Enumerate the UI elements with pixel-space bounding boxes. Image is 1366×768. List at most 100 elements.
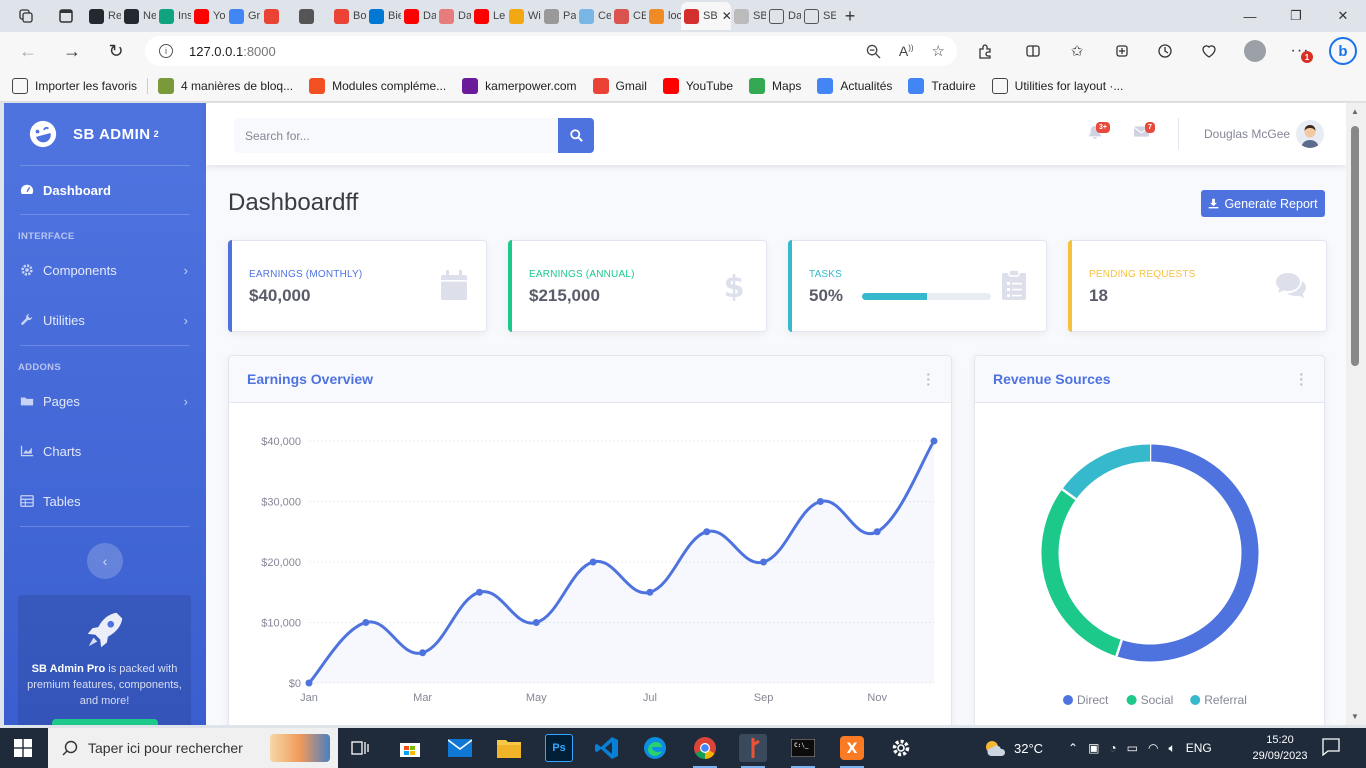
chrome-icon[interactable] xyxy=(691,734,719,768)
browser-tab[interactable]: CE xyxy=(611,2,646,30)
card-menu-icon[interactable]: · · · xyxy=(926,367,931,391)
browser-tab[interactable]: Da xyxy=(766,2,801,30)
sidebar-item-tables[interactable]: Tables xyxy=(4,476,206,526)
data-point[interactable] xyxy=(362,619,370,626)
browser-tab[interactable]: Bo xyxy=(331,2,366,30)
wifi-icon[interactable]: ◠ xyxy=(1148,741,1158,755)
vscode-icon[interactable] xyxy=(593,734,621,762)
bing-copilot-icon[interactable]: b xyxy=(1326,32,1360,70)
profile-avatar[interactable] xyxy=(1238,32,1272,70)
minimize-button[interactable]: — xyxy=(1227,0,1273,32)
data-point[interactable] xyxy=(419,649,427,657)
favorite-star-icon[interactable]: ☆ xyxy=(932,42,945,60)
favorite-wikihow[interactable]: 4 manières de bloq... xyxy=(158,77,293,94)
language-indicator[interactable]: ENG xyxy=(1186,741,1212,755)
git-client-icon[interactable] xyxy=(739,734,767,768)
file-explorer-icon[interactable] xyxy=(495,734,523,762)
browser-tab[interactable] xyxy=(261,2,296,30)
restore-button[interactable]: ❐ xyxy=(1273,0,1319,32)
alerts-button[interactable]: 3+ xyxy=(1088,122,1110,143)
favorite-maps[interactable]: Maps xyxy=(749,77,801,94)
notifications-icon[interactable] xyxy=(1322,738,1340,756)
chevron-up-icon[interactable]: ⌃ xyxy=(1068,741,1078,755)
xampp-icon[interactable]: X xyxy=(838,734,866,768)
data-point[interactable] xyxy=(646,588,654,596)
tab-actions-icon[interactable] xyxy=(52,2,80,30)
browser-tab[interactable]: SE xyxy=(801,2,836,30)
browser-tab[interactable]: Ne xyxy=(121,2,156,30)
extensions-icon[interactable] xyxy=(968,32,1002,70)
upgrade-button[interactable] xyxy=(51,719,158,725)
zoom-icon[interactable] xyxy=(866,44,881,59)
favorite-microsoft[interactable]: Modules compléme... xyxy=(309,77,446,94)
data-point[interactable] xyxy=(475,588,483,596)
browser-tab[interactable]: Pa xyxy=(541,2,576,30)
edge-icon[interactable] xyxy=(641,734,669,762)
favorite-page[interactable]: Utilities for layout ·... xyxy=(991,77,1123,94)
generate-report-button[interactable]: Generate Report xyxy=(1201,190,1325,217)
browser-tab[interactable]: Re xyxy=(86,2,121,30)
volume-icon[interactable]: 🔈︎ xyxy=(1168,741,1175,756)
favorite-gmail[interactable]: Gmail xyxy=(592,77,647,94)
read-aloud-icon[interactable]: A)) xyxy=(899,43,914,59)
browser-tab[interactable]: Gr xyxy=(226,2,261,30)
refresh-button[interactable]: ↻ xyxy=(94,33,138,69)
data-point[interactable] xyxy=(305,679,313,687)
browser-tab[interactable]: Le xyxy=(471,2,506,30)
history-icon[interactable] xyxy=(1148,32,1182,70)
browser-tab[interactable]: Da xyxy=(401,2,436,30)
meet-now-icon[interactable]: ▣ xyxy=(1088,741,1099,755)
data-point[interactable] xyxy=(703,528,711,536)
browser-tab[interactable]: loc xyxy=(646,2,681,30)
new-tab-button[interactable]: + xyxy=(836,2,864,30)
mail-icon[interactable] xyxy=(446,734,474,762)
performance-icon[interactable] xyxy=(1192,32,1226,70)
split-screen-icon[interactable] xyxy=(1016,32,1050,70)
favorite-youtube[interactable]: YouTube xyxy=(662,77,733,94)
scrollbar-thumb[interactable] xyxy=(1351,126,1359,366)
sidebar-item-pages[interactable]: Pages › xyxy=(4,376,206,426)
data-point[interactable] xyxy=(816,498,824,505)
browser-tab[interactable] xyxy=(296,2,331,30)
close-window-button[interactable]: ✕ xyxy=(1320,0,1366,32)
close-tab-icon[interactable]: ✕ xyxy=(722,9,731,23)
browser-tab[interactable]: Ce xyxy=(576,2,611,30)
settings-more-icon[interactable]: ··· 1 xyxy=(1283,32,1317,70)
clock[interactable]: 15:20 29/09/2023 xyxy=(1248,732,1312,764)
data-point[interactable] xyxy=(760,558,768,566)
data-point[interactable] xyxy=(589,558,597,566)
workspaces-icon[interactable] xyxy=(12,2,40,30)
page-scrollbar[interactable]: ▲ ▼ xyxy=(1346,103,1366,725)
data-point[interactable] xyxy=(873,528,881,536)
favorite-kamerpower[interactable]: kamerpower.com xyxy=(462,77,577,94)
task-view-icon[interactable] xyxy=(346,734,374,762)
browser-tab[interactable]: Yo xyxy=(191,2,226,30)
donut-slice-referral[interactable] xyxy=(1062,444,1151,500)
browser-tab[interactable]: Da xyxy=(436,2,471,30)
sidebar-item-dashboard[interactable]: Dashboard xyxy=(4,166,206,214)
forward-button[interactable]: → xyxy=(50,33,94,69)
network-icon[interactable]: ◔ xyxy=(1109,741,1116,755)
address-bar[interactable]: i 127.0.0.1:8000 A)) ☆ xyxy=(145,36,957,66)
data-point[interactable] xyxy=(930,437,938,445)
tab-active[interactable]: SB ✕ xyxy=(681,2,731,30)
donut-slice-social[interactable] xyxy=(1041,489,1122,657)
battery-icon[interactable]: ▭ xyxy=(1127,741,1138,755)
photoshop-icon[interactable]: Ps xyxy=(545,734,573,762)
favorite-translate[interactable]: Traduire xyxy=(908,77,976,94)
collections-icon[interactable] xyxy=(1105,32,1139,70)
search-input[interactable]: Search for... xyxy=(234,118,558,153)
card-menu-icon[interactable]: · · · xyxy=(1299,367,1304,391)
scroll-up-icon[interactable]: ▲ xyxy=(1351,107,1359,116)
scroll-down-icon[interactable]: ▼ xyxy=(1351,712,1359,721)
browser-tab[interactable]: Ins xyxy=(156,2,191,30)
browser-tab[interactable]: Wi xyxy=(506,2,541,30)
sidebar-brand[interactable]: SB ADMIN 2 xyxy=(4,103,206,165)
avatar[interactable] xyxy=(1296,120,1324,148)
search-button[interactable] xyxy=(558,118,594,153)
favorites-icon[interactable]: ✩ xyxy=(1060,32,1094,70)
sidebar-item-utilities[interactable]: Utilities › xyxy=(4,295,206,345)
taskbar-search-input[interactable]: Taper ici pour rechercher xyxy=(48,728,338,768)
back-button[interactable]: ← xyxy=(6,33,50,69)
settings-gear-icon[interactable] xyxy=(887,734,915,762)
